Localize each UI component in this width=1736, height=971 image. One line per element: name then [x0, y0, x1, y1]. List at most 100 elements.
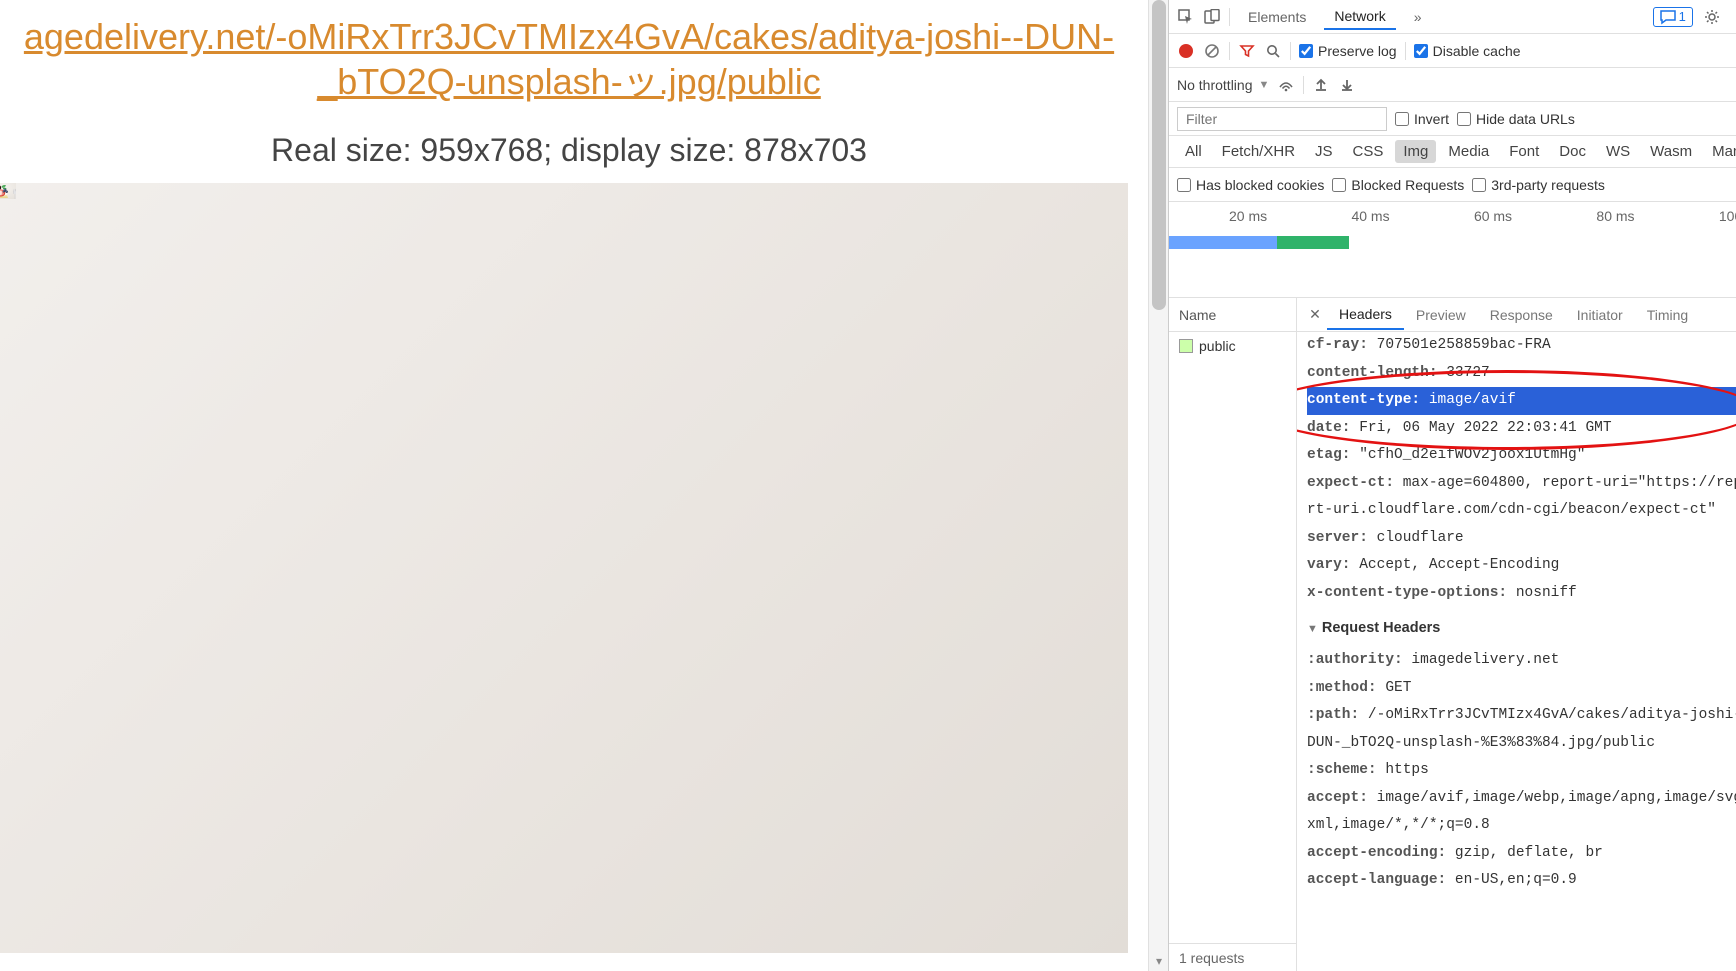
invert-checkbox[interactable]: Invert	[1395, 111, 1449, 127]
image-type-icon	[1179, 339, 1193, 353]
detail-tab-initiator[interactable]: Initiator	[1565, 301, 1635, 329]
header-line[interactable]: x-content-type-options: nosniff	[1307, 580, 1736, 608]
header-line[interactable]: :path: /-oMiRxTrr3JCvTMIzx4GvA/cakes/adi…	[1307, 702, 1736, 757]
header-line[interactable]: :scheme: https	[1307, 757, 1736, 785]
request-headers-section[interactable]: ▼Request Headers	[1307, 607, 1736, 647]
header-value: 33727	[1438, 365, 1490, 381]
hide-data-urls-checkbox[interactable]: Hide data URLs	[1457, 111, 1575, 127]
header-key: accept-encoding:	[1307, 845, 1446, 861]
detail-tab-headers[interactable]: Headers	[1327, 300, 1404, 330]
timeline-tick: 20 ms	[1229, 208, 1267, 224]
scroll-down-icon[interactable]: ▾	[1149, 951, 1168, 971]
download-icon[interactable]	[1338, 76, 1356, 94]
type-filter-font[interactable]: Font	[1501, 140, 1547, 163]
upload-icon[interactable]	[1312, 76, 1330, 94]
type-filter-doc[interactable]: Doc	[1551, 140, 1594, 163]
header-value: image/avif,image/webp,image/apng,image/s…	[1307, 790, 1736, 834]
header-line[interactable]: content-type: image/avif	[1307, 387, 1736, 415]
type-filter-img[interactable]: Img	[1395, 140, 1436, 163]
request-count-status: 1 requests	[1169, 943, 1296, 971]
settings-icon[interactable]	[1703, 8, 1721, 26]
image-url-link[interactable]: agedelivery.net/-oMiRxTrr3JCvTMIzx4GvA/c…	[0, 14, 1138, 104]
header-value: cloudflare	[1368, 530, 1464, 546]
network-conditions-icon[interactable]	[1277, 76, 1295, 94]
image-size-caption: Real size: 959x768; display size: 878x70…	[0, 132, 1138, 169]
type-filter-js[interactable]: JS	[1307, 140, 1341, 163]
type-filter-media[interactable]: Media	[1440, 140, 1497, 163]
tab-network[interactable]: Network	[1324, 4, 1395, 30]
image-preview	[0, 183, 1128, 953]
header-key: :path:	[1307, 707, 1359, 723]
record-icon[interactable]	[1177, 42, 1195, 60]
header-value: GET	[1377, 680, 1412, 696]
detail-tab-timing[interactable]: Timing	[1635, 301, 1701, 329]
filter-input[interactable]	[1177, 107, 1387, 131]
header-line[interactable]: date: Fri, 06 May 2022 22:03:41 GMT	[1307, 415, 1736, 443]
request-list-header[interactable]: Name	[1169, 298, 1296, 332]
header-value: "cfhO_d2eifWOv2joox1UtmHg"	[1351, 447, 1586, 463]
header-line[interactable]: accept-language: en-US,en;q=0.9	[1307, 867, 1736, 895]
detail-tab-response[interactable]: Response	[1478, 301, 1565, 329]
request-row[interactable]: public	[1169, 332, 1296, 360]
header-value: en-US,en;q=0.9	[1446, 872, 1577, 888]
header-key: :authority:	[1307, 652, 1403, 668]
header-value: nosniff	[1507, 585, 1577, 601]
resource-type-row: AllFetch/XHRJSCSSImgMediaFontDocWSWasmMa…	[1169, 136, 1736, 168]
kebab-menu-icon[interactable]	[1731, 8, 1736, 26]
preserve-log-checkbox[interactable]: Preserve log	[1299, 43, 1397, 59]
tab-more[interactable]: »	[1404, 5, 1432, 29]
header-value: https	[1377, 762, 1429, 778]
header-line[interactable]: accept: image/avif,image/webp,image/apng…	[1307, 785, 1736, 840]
header-key: :method:	[1307, 680, 1377, 696]
search-icon[interactable]	[1264, 42, 1282, 60]
type-filter-manifest[interactable]: Manifest	[1704, 140, 1736, 163]
header-key: date:	[1307, 420, 1351, 436]
header-line[interactable]: accept-encoding: gzip, deflate, br	[1307, 840, 1736, 868]
triangle-down-icon: ▼	[1307, 619, 1318, 640]
type-filter-css[interactable]: CSS	[1345, 140, 1392, 163]
header-line[interactable]: :method: GET	[1307, 675, 1736, 703]
header-key: x-content-type-options:	[1307, 585, 1507, 601]
header-key: content-length:	[1307, 365, 1438, 381]
timeline-tick: 100 ms	[1719, 208, 1736, 224]
waterfall-timeline[interactable]: 20 ms40 ms60 ms80 ms100 ms	[1169, 202, 1736, 298]
type-filter-wasm[interactable]: Wasm	[1642, 140, 1700, 163]
header-key: :scheme:	[1307, 762, 1377, 778]
header-value: 707501e258859bac-FRA	[1368, 337, 1551, 353]
header-key: vary:	[1307, 557, 1351, 573]
messages-count: 1	[1679, 9, 1686, 24]
has-blocked-cookies-checkbox[interactable]: Has blocked cookies	[1177, 177, 1324, 193]
header-line[interactable]: vary: Accept, Accept-Encoding	[1307, 552, 1736, 580]
timeline-tick: 80 ms	[1596, 208, 1634, 224]
device-toggle-icon[interactable]	[1203, 8, 1221, 26]
header-line[interactable]: content-length: 33727	[1307, 360, 1736, 388]
detail-tabs: ✕ HeadersPreviewResponseInitiatorTiming	[1297, 298, 1736, 332]
headers-pane[interactable]: cf-ray: 707501e258859bac-FRAcontent-leng…	[1297, 332, 1736, 971]
filter-icon[interactable]	[1238, 42, 1256, 60]
blocked-requests-checkbox[interactable]: Blocked Requests	[1332, 177, 1464, 193]
third-party-checkbox[interactable]: 3rd-party requests	[1472, 177, 1605, 193]
type-filter-ws[interactable]: WS	[1598, 140, 1638, 163]
inspect-icon[interactable]	[1177, 8, 1195, 26]
header-line[interactable]: cf-ray: 707501e258859bac-FRA	[1307, 332, 1736, 360]
disable-cache-checkbox[interactable]: Disable cache	[1414, 43, 1521, 59]
messages-badge[interactable]: 1	[1653, 7, 1693, 27]
type-filter-fetchxhr[interactable]: Fetch/XHR	[1214, 140, 1303, 163]
tab-elements[interactable]: Elements	[1238, 5, 1316, 29]
clear-icon[interactable]	[1203, 42, 1221, 60]
page-scrollbar[interactable]: ▴ ▾	[1148, 0, 1168, 971]
throttling-select[interactable]: No throttling ▼	[1177, 77, 1269, 93]
header-key: expect-ct:	[1307, 475, 1394, 491]
type-filter-all[interactable]: All	[1177, 140, 1210, 163]
devtools-tabs: Elements Network » 1	[1169, 0, 1736, 34]
header-line[interactable]: etag: "cfhO_d2eifWOv2joox1UtmHg"	[1307, 442, 1736, 470]
scrollbar-thumb[interactable]	[1152, 0, 1166, 310]
request-name: public	[1199, 338, 1236, 354]
close-detail-icon[interactable]: ✕	[1303, 306, 1327, 323]
header-line[interactable]: expect-ct: max-age=604800, report-uri="h…	[1307, 470, 1736, 525]
header-line[interactable]: :authority: imagedelivery.net	[1307, 647, 1736, 675]
detail-tab-preview[interactable]: Preview	[1404, 301, 1478, 329]
timeline-tick: 60 ms	[1474, 208, 1512, 224]
timeline-request-bar	[1169, 236, 1349, 249]
header-line[interactable]: server: cloudflare	[1307, 525, 1736, 553]
